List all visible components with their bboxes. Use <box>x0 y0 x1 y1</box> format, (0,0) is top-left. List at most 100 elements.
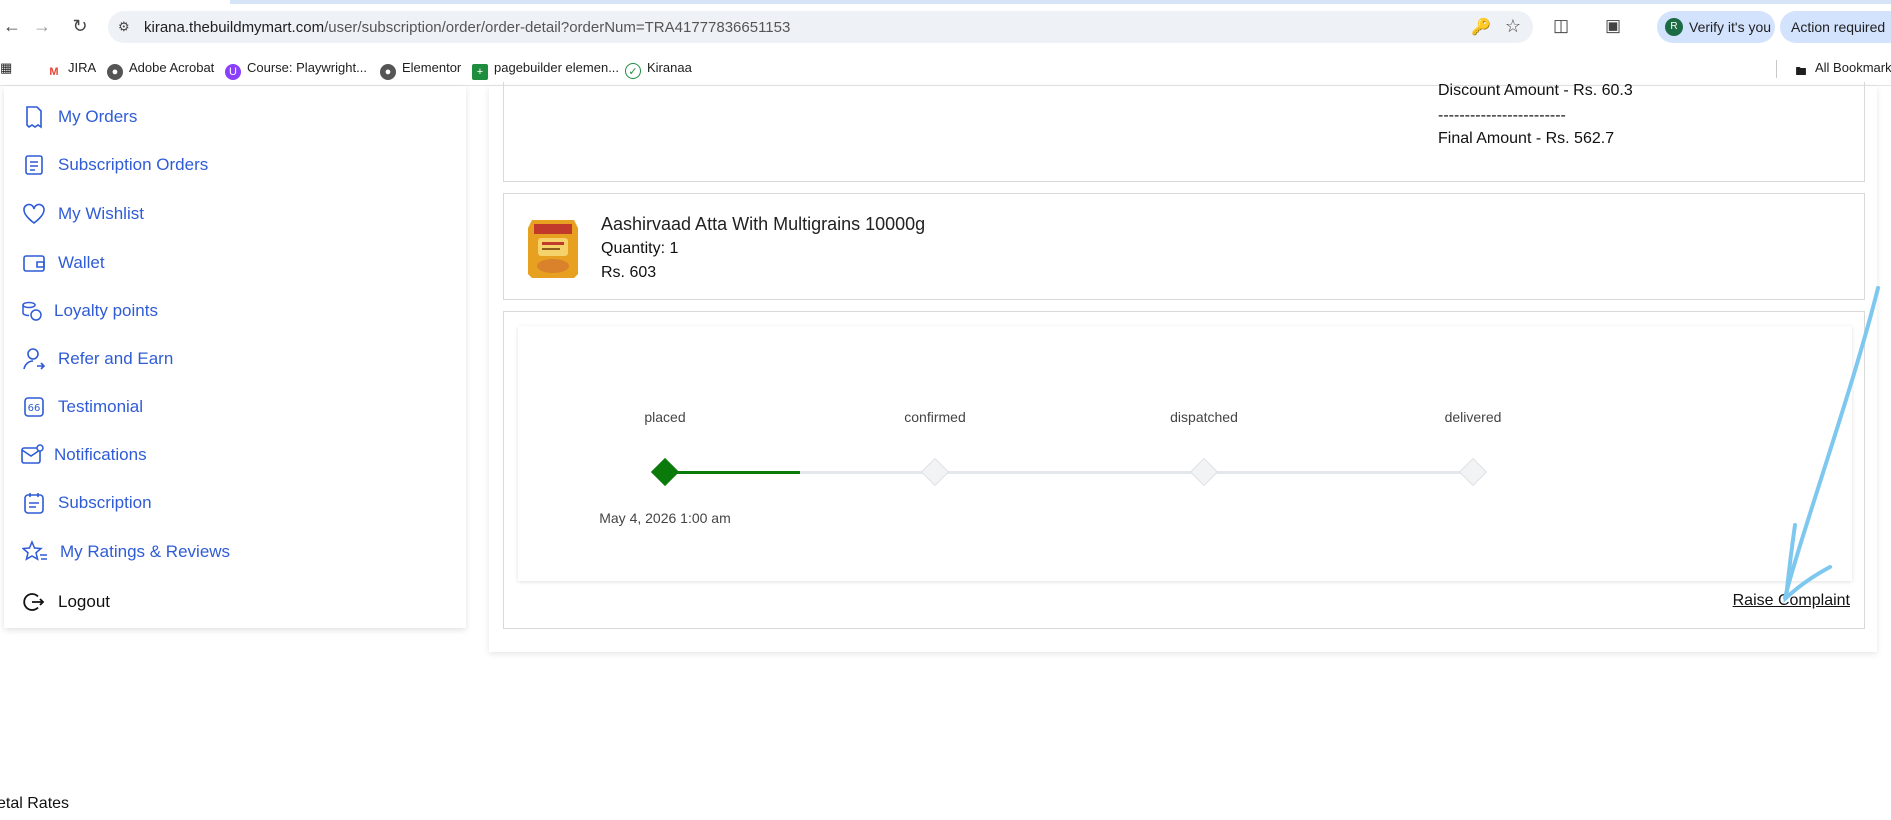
all-bookmarks-label: All Bookmarks <box>1815 60 1891 75</box>
sidebar-item-label: Notifications <box>54 445 147 464</box>
order-status-tracker: placed confirmed dispatched delivered Ma… <box>518 326 1852 581</box>
sidebar-item-label: Refer and Earn <box>58 349 174 368</box>
sidebar-item-subscription-orders[interactable]: Subscription Orders <box>20 150 208 180</box>
refer-icon <box>20 345 48 373</box>
reload-icon[interactable]: ↻ <box>68 14 92 38</box>
bookmark-adobe-acrobat[interactable]: ● Adobe Acrobat <box>107 60 214 80</box>
sidebar-item-label: My Orders <box>58 107 138 126</box>
footer-partial-text: etal Rates <box>0 795 70 812</box>
url-host: kirana.thebuildmymart.com <box>144 19 325 36</box>
account-sidebar: My Orders Subscription Orders My Wishlis… <box>4 86 466 628</box>
bookmark-label: Course: Playwright... <box>247 60 367 75</box>
sidebar-item-label: Subscription <box>58 493 152 512</box>
bookmark-label: Adobe Acrobat <box>129 60 215 75</box>
check-icon: ✓ <box>625 63 641 79</box>
bookmark-elementor[interactable]: ● Elementor <box>380 60 461 80</box>
gmail-icon: M <box>49 66 59 78</box>
sidebar-item-label: Testimonial <box>58 397 144 416</box>
placed-date: May 4, 2026 1:00 am <box>599 510 731 526</box>
sidebar-item-label: Wallet <box>58 253 105 272</box>
profile-avatar: R <box>1665 18 1683 36</box>
bookmarks-bar: ▦ M JIRA ● Adobe Acrobat U Course: Playwrig… <box>0 52 1891 86</box>
sidebar-item-notifications[interactable]: Notifications <box>20 440 147 470</box>
sidebar-item-label: Logout <box>58 592 110 611</box>
sheets-icon: + <box>472 64 488 80</box>
bookmark-pagebuilder[interactable]: + pagebuilder elemen... <box>472 60 619 80</box>
verify-label: Verify it's you <box>1689 19 1772 35</box>
bookmark-label: JIRA <box>68 60 97 75</box>
summary-separator: ------------------------ <box>1438 107 1566 124</box>
sidebar-item-label: Subscription Orders <box>58 155 209 174</box>
sidebar-item-label: Loyalty points <box>54 301 158 320</box>
browser-toolbar: ← → ↻ ⚙ kirana.thebuildmymart.com/user/s… <box>0 0 1891 52</box>
verify-identity-button[interactable]: R Verify it's you <box>1657 11 1775 43</box>
action-required-label: Action required <box>1791 19 1886 35</box>
sidebar-item-logout[interactable]: Logout <box>20 587 110 617</box>
stage-marker-confirmed <box>920 457 950 487</box>
back-icon[interactable]: ← <box>0 14 24 38</box>
star-list-icon <box>20 538 50 566</box>
stage-marker-delivered <box>1458 457 1488 487</box>
stage-label-confirmed: confirmed <box>904 409 966 425</box>
bookmark-label: Kiranaa <box>647 60 692 75</box>
wallet-icon <box>20 249 48 277</box>
sidebar-item-testimonial[interactable]: 66 Testimonial <box>20 392 143 422</box>
order-detail-panel: Discount Amount - Rs. 60.3 -------------… <box>489 82 1877 652</box>
tab-strip-highlight <box>230 0 1891 4</box>
url-path: /user/subscription/order/order-detail?or… <box>324 19 791 36</box>
subscription-orders-icon <box>20 151 48 179</box>
bookmark-label: Elementor <box>402 60 462 75</box>
product-image[interactable] <box>524 214 582 280</box>
stage-marker-placed <box>650 457 680 487</box>
coins-icon <box>20 297 44 325</box>
stage-label-delivered: delivered <box>1444 409 1502 425</box>
product-card: Aashirvaad Atta With Multigrains 10000g … <box>503 193 1865 300</box>
password-key-icon[interactable]: 🔑 <box>1471 17 1491 37</box>
apps-grid-icon[interactable]: ▦ <box>0 60 12 76</box>
bookmark-jira[interactable]: M JIRA <box>46 60 96 80</box>
globe-icon: ● <box>380 64 396 80</box>
order-status-box: placed confirmed dispatched delivered Ma… <box>503 311 1865 629</box>
site-settings-icon[interactable]: ⚙ <box>118 19 134 35</box>
orders-icon <box>20 103 48 131</box>
sidebar-item-subscription[interactable]: Subscription <box>20 488 152 518</box>
sidebar-item-wallet[interactable]: Wallet <box>20 248 105 278</box>
product-quantity: Quantity: 1 <box>601 240 679 257</box>
product-name[interactable]: Aashirvaad Atta With Multigrains 10000g <box>601 214 925 235</box>
bookmark-course-playwright[interactable]: U Course: Playwright... <box>225 60 367 80</box>
stage-label-dispatched: dispatched <box>1170 409 1238 425</box>
url-text[interactable]: kirana.thebuildmymart.com/user/subscript… <box>144 19 790 36</box>
folder-icon: 🖿 <box>1795 66 1807 78</box>
heart-icon <box>20 200 48 228</box>
raise-complaint-link[interactable]: Raise Complaint <box>1733 592 1850 610</box>
bookmark-kiranaa[interactable]: ✓ Kiranaa <box>625 60 692 79</box>
progress-fill <box>665 471 800 474</box>
all-bookmarks-folder[interactable]: 🖿 All Bookmarks <box>1793 60 1891 80</box>
sidebar-item-my-orders[interactable]: My Orders <box>20 102 137 132</box>
stage-marker-dispatched <box>1189 457 1219 487</box>
bookmark-star-icon[interactable]: ☆ <box>1505 16 1521 37</box>
sidebar-item-my-wishlist[interactable]: My Wishlist <box>20 199 144 229</box>
calendar-icon <box>20 489 48 517</box>
address-bar[interactable]: ⚙ kirana.thebuildmymart.com/user/subscri… <box>108 11 1533 43</box>
tab-search-icon[interactable]: ▣ <box>1601 14 1625 38</box>
logout-icon <box>20 588 48 616</box>
action-required-button[interactable]: Action required <box>1780 11 1891 43</box>
sidebar-item-loyalty-points[interactable]: Loyalty points <box>20 296 158 326</box>
sidebar-item-my-ratings-reviews[interactable]: My Ratings & Reviews <box>20 537 230 567</box>
extensions-icon[interactable]: ◫ <box>1549 14 1573 38</box>
bookmark-label: pagebuilder elemen... <box>494 60 620 75</box>
sidebar-item-label: My Ratings & Reviews <box>60 542 231 561</box>
forward-icon[interactable]: → <box>30 14 54 38</box>
course-icon: U <box>225 64 241 80</box>
svg-text:66: 66 <box>28 403 41 414</box>
amount-summary-box: Discount Amount - Rs. 60.3 -------------… <box>503 82 1865 182</box>
sidebar-item-refer-and-earn[interactable]: Refer and Earn <box>20 344 173 374</box>
final-amount: Final Amount - Rs. 562.7 <box>1438 130 1615 147</box>
bookmarks-divider <box>1776 60 1777 78</box>
stage-label-placed: placed <box>644 409 686 425</box>
mail-icon <box>20 441 44 469</box>
product-price: Rs. 603 <box>601 264 657 281</box>
discount-amount: Discount Amount - Rs. 60.3 <box>1438 82 1633 99</box>
sidebar-item-label: My Wishlist <box>58 204 144 223</box>
